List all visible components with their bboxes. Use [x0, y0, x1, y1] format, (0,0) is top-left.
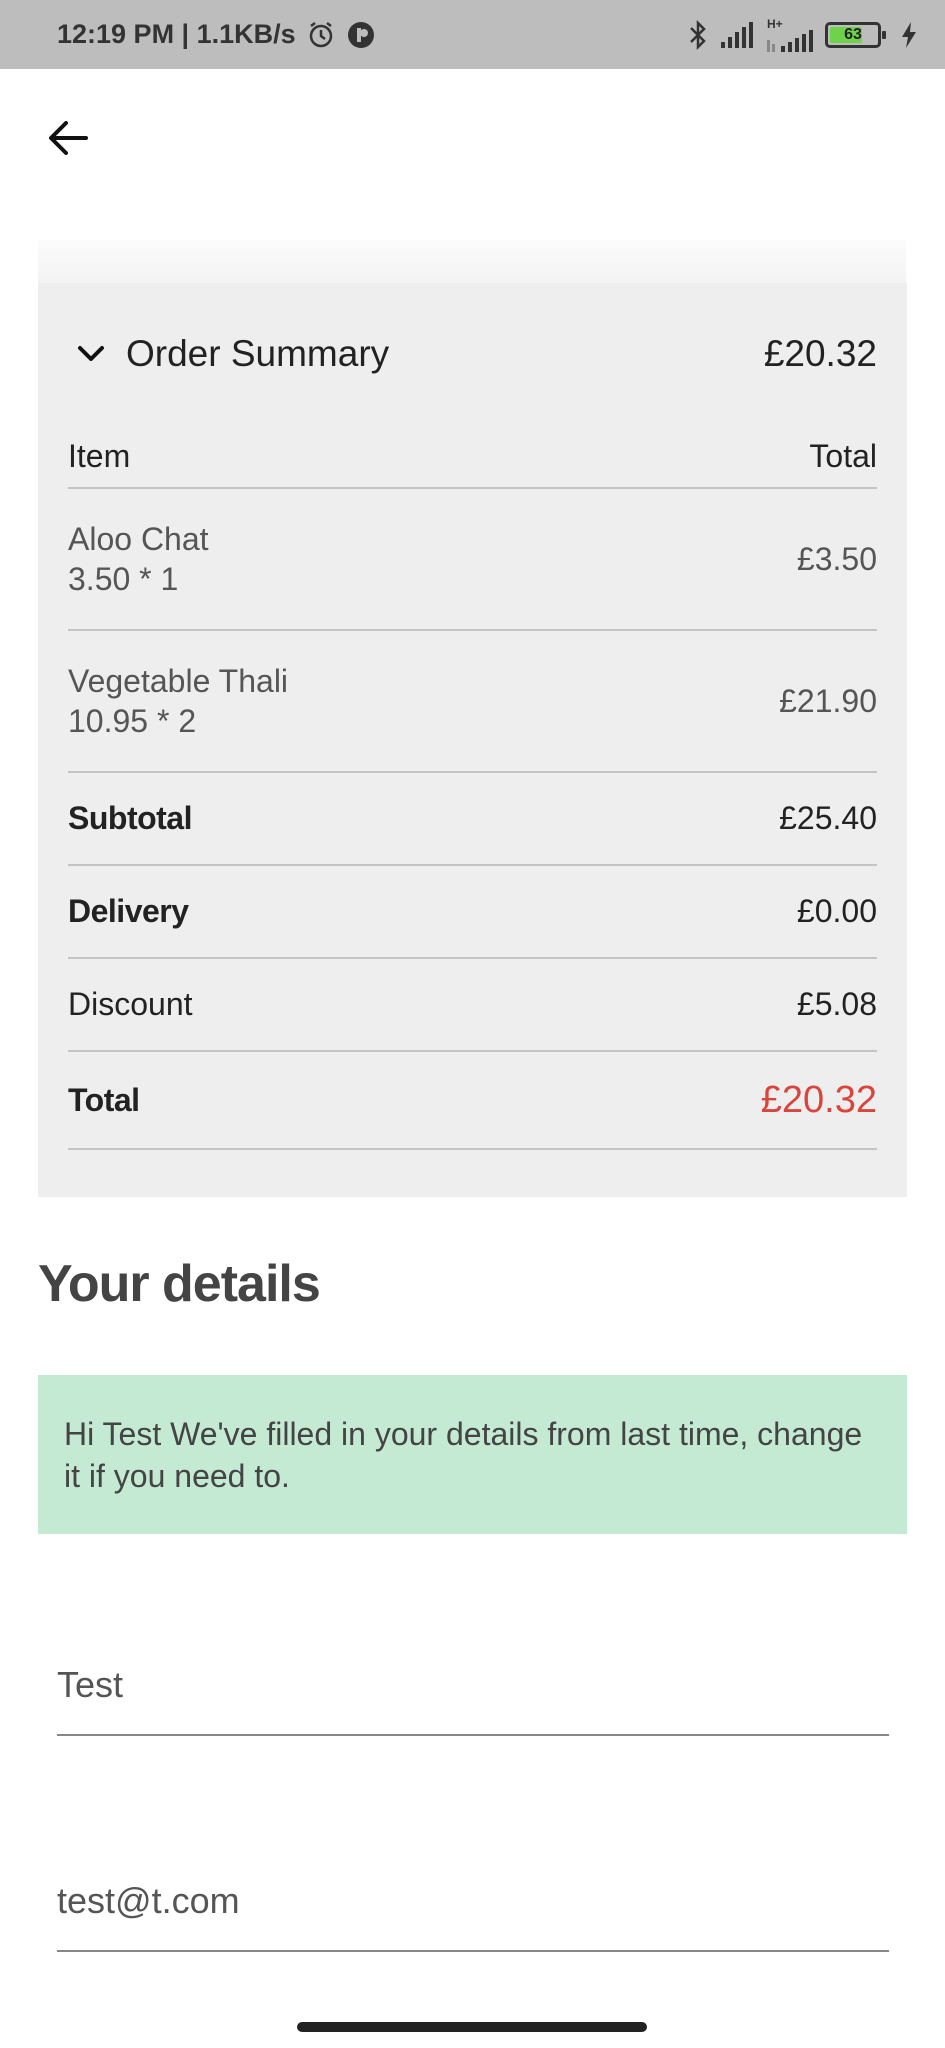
chevron-down-icon	[76, 336, 112, 372]
subtotal-label: Subtotal	[68, 800, 192, 836]
signal-icon: H+	[767, 18, 813, 52]
subtotal-row: Subtotal £25.40	[68, 773, 877, 866]
delivery-value: £0.00	[796, 893, 877, 929]
email-field[interactable]	[57, 1852, 889, 1952]
status-left: 12:19 PM | 1.1KB/s	[57, 19, 376, 50]
email-input[interactable]	[57, 1880, 889, 1922]
order-summary-title: Order Summary	[126, 333, 390, 374]
delivery-label: Delivery	[68, 893, 189, 929]
network-type-label: H+	[767, 16, 783, 31]
discount-label: Discount	[68, 986, 193, 1022]
discount-row: Discount £5.08	[68, 959, 877, 1052]
total-row: Total £20.32	[68, 1052, 877, 1150]
prefill-notice: Hi Test We've filled in your details fro…	[38, 1375, 907, 1534]
arrow-left-icon	[49, 121, 88, 155]
order-item-row: Aloo Chat 3.50 * 1 £3.50	[68, 489, 877, 631]
summary-column-header: Item Total	[68, 425, 877, 489]
item-price: £3.50	[796, 540, 877, 577]
total-value: £20.32	[760, 1078, 877, 1121]
your-details-heading: Your details	[38, 1255, 321, 1313]
summary-top-shadow	[38, 240, 906, 284]
signal-icon	[721, 21, 755, 48]
column-item: Item	[68, 437, 131, 474]
status-time: 12:19 PM | 1.1KB/s	[57, 19, 296, 49]
column-total: Total	[809, 437, 877, 474]
delivery-row: Delivery £0.00	[68, 866, 877, 959]
app-notification-icon	[346, 20, 376, 50]
order-summary-panel: Order Summary £20.32 Item Total Aloo Cha…	[38, 283, 907, 1197]
alarm-icon	[306, 20, 336, 50]
status-right: H+ 63	[687, 18, 917, 52]
order-summary-toggle[interactable]: Order Summary £20.32	[68, 283, 877, 425]
home-indicator[interactable]	[297, 2022, 647, 2032]
charging-icon	[901, 21, 917, 48]
item-price: £21.90	[779, 682, 877, 719]
item-name: Vegetable Thali	[68, 663, 289, 699]
total-label: Total	[68, 1081, 140, 1118]
item-quantity: 3.50 * 1	[68, 561, 179, 597]
item-quantity: 10.95 * 2	[68, 703, 197, 739]
name-field[interactable]	[57, 1636, 889, 1736]
order-item-row: Vegetable Thali 10.95 * 2 £21.90	[68, 631, 877, 773]
name-input[interactable]	[57, 1664, 889, 1706]
item-name: Aloo Chat	[68, 521, 209, 557]
back-button[interactable]	[40, 110, 96, 166]
discount-value: £5.08	[796, 986, 877, 1022]
status-bar: 12:19 PM | 1.1KB/s H+ 63	[0, 0, 945, 69]
subtotal-value: £25.40	[779, 800, 877, 836]
battery-icon: 63	[825, 21, 886, 48]
battery-level: 63	[844, 25, 862, 43]
order-summary-amount: £20.32	[763, 333, 877, 374]
bluetooth-icon	[687, 19, 709, 50]
